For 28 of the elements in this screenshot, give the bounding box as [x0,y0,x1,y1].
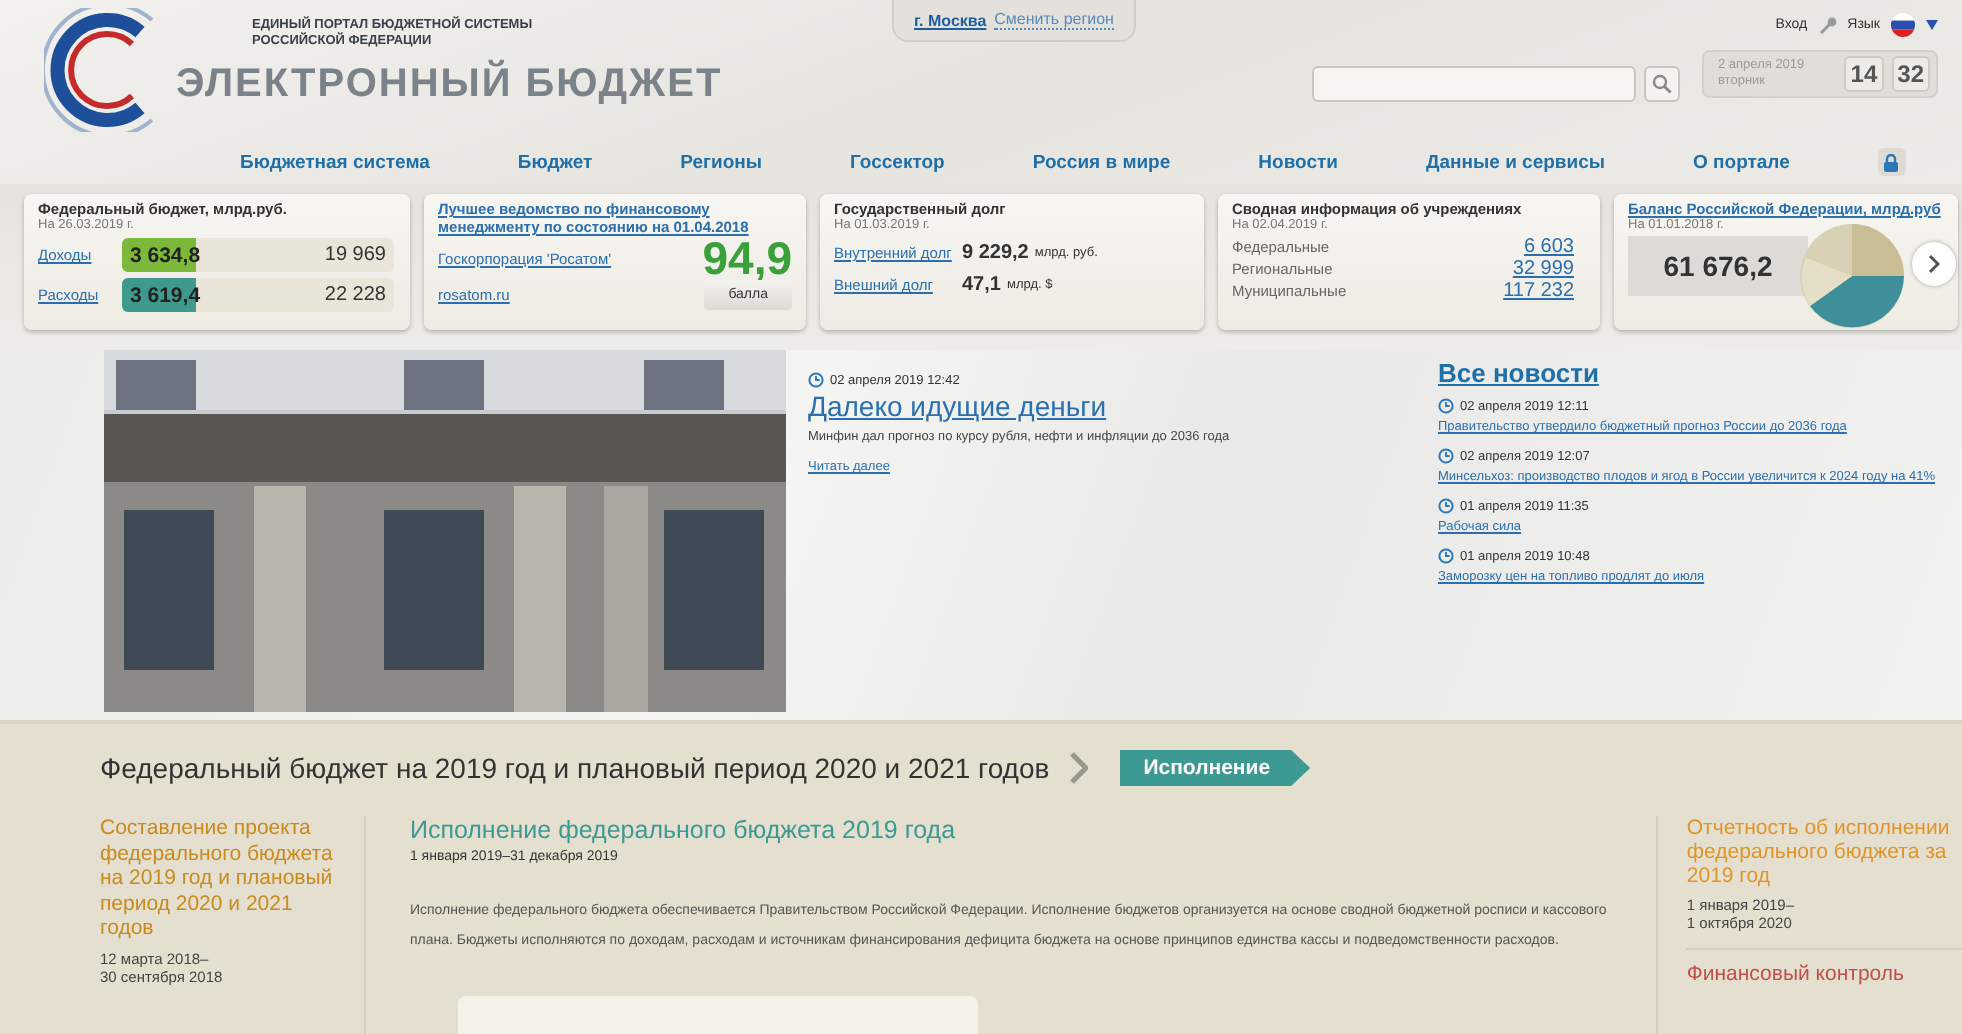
hours-display: 14 [1844,56,1884,92]
nav-link[interactable]: Россия в мире [1032,151,1171,173]
stage-title-link[interactable]: Финансовый контроль [1686,962,1962,986]
institution-count-link[interactable]: 6 603 [1523,236,1574,258]
debt-value: 9 229,2 [962,242,1029,264]
nav-link[interactable]: Бюджет [517,151,593,173]
total-amount: 22 228 [324,284,386,306]
nav-link[interactable]: Регионы [680,151,762,173]
institution-count-link[interactable]: 117 232 [1503,280,1574,302]
all-news-link[interactable]: Все новости [1438,358,1938,388]
institution-count-link[interactable]: 32 999 [1512,258,1574,280]
balance-value: 61 676,2 [1628,236,1808,296]
stage-heading: Исполнение федерального бюджета 2019 года [409,816,958,844]
nav-link[interactable]: Госсектор [850,151,945,173]
nav-link[interactable]: Данные и сервисы [1426,151,1605,173]
debt-value: 47,1 [962,274,1001,296]
section-heading: Федеральный бюджет на 2019 год и плановый период 2020 и 2021 годов [100,752,1050,784]
change-region-link[interactable]: Сменить регион [994,10,1114,30]
nav-link[interactable]: О портале [1693,151,1790,173]
rating-score: 94,9 [702,236,792,280]
minutes-display: 32 [1891,56,1930,92]
news-title-link[interactable]: Далеко идущие деньги [808,390,1406,422]
nav-link[interactable]: Новости [1258,151,1338,173]
site-name: ЭЛЕКТРОННЫЙ БЮДЖЕТ [176,61,723,107]
region-link[interactable]: г. Москва [914,11,987,29]
stage-tag[interactable]: Исполнение [1119,750,1311,786]
nav-link[interactable]: Бюджетная система [240,151,430,173]
total-amount: 19 969 [324,244,386,266]
